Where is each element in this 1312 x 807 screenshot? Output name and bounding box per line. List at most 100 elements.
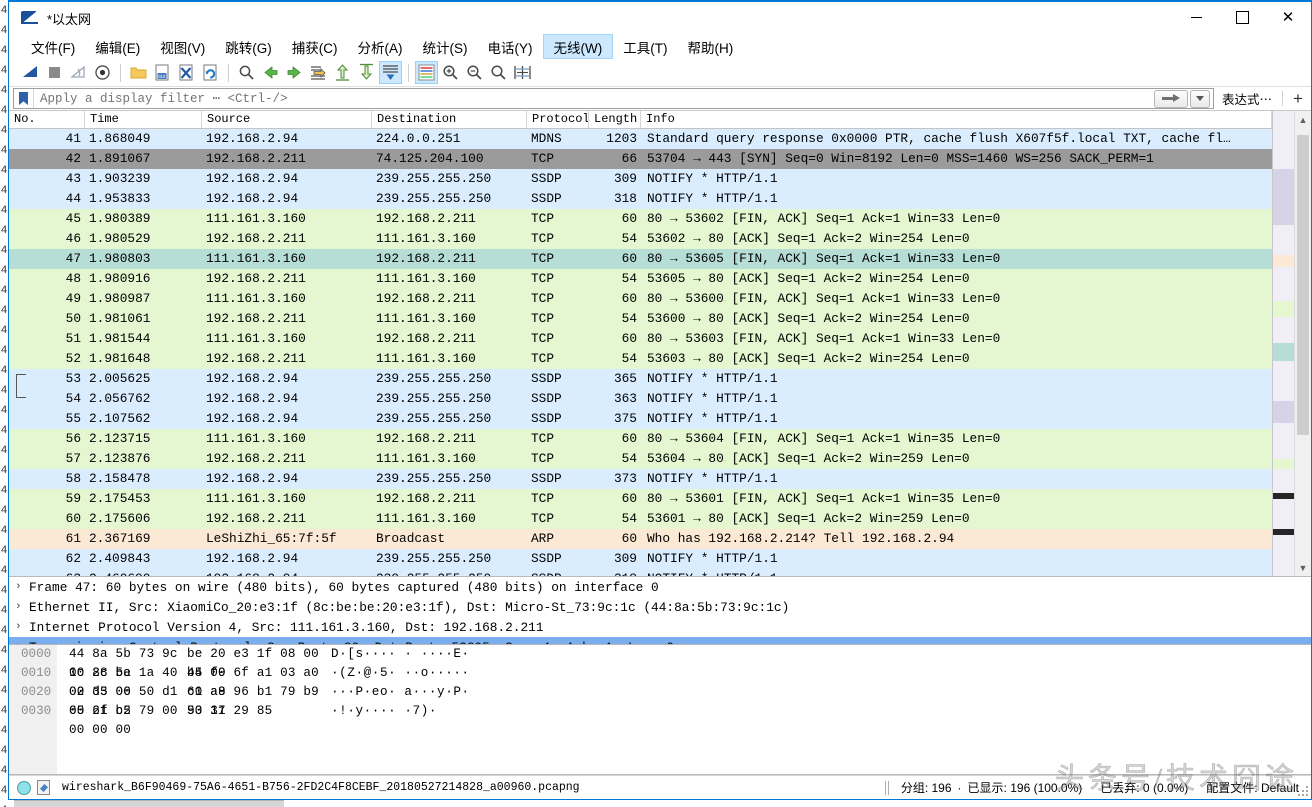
minimize-button[interactable] — [1173, 2, 1219, 33]
hexdump-row[interactable]: 002002 d3 00 50 d1 65 6f b261 a9 96 b1 7… — [9, 683, 1311, 702]
hexdump-row[interactable]: 000044 8a 5b 73 9c 1c 8c bebe 20 e3 1f 0… — [9, 645, 1311, 664]
table-row[interactable]: 451.980389111.161.3.160192.168.2.211TCP6… — [9, 209, 1272, 229]
chevron-down-icon[interactable] — [1190, 90, 1210, 108]
apply-arrow-icon[interactable] — [1154, 90, 1188, 108]
packet-list-scrollbar[interactable]: ▲ ▼ — [1294, 111, 1311, 576]
toolbar-auto-scroll[interactable] — [379, 61, 402, 84]
filter-input-container[interactable] — [13, 88, 1214, 109]
cell-time: 2.005625 — [85, 369, 202, 389]
column-header-destination[interactable]: Destination — [372, 111, 527, 128]
menu-help[interactable]: 帮助(H) — [677, 34, 743, 59]
table-row[interactable]: 582.158478192.168.2.94239.255.255.250SSD… — [9, 469, 1272, 489]
menu-view[interactable]: 视图(V) — [150, 34, 215, 59]
table-row[interactable]: 481.980916192.168.2.211111.161.3.160TCP5… — [9, 269, 1272, 289]
column-header-time[interactable]: Time — [85, 111, 202, 128]
cell-info: NOTIFY * HTTP/1.1 — [641, 369, 1272, 389]
close-button[interactable]: ✕ — [1265, 2, 1311, 33]
table-row[interactable]: 572.123876192.168.2.211111.161.3.160TCP5… — [9, 449, 1272, 469]
table-row[interactable]: 562.123715111.161.3.160192.168.2.211TCP6… — [9, 429, 1272, 449]
table-row[interactable]: 471.980803111.161.3.160192.168.2.211TCP6… — [9, 249, 1272, 269]
toolbar-go-back[interactable] — [259, 61, 282, 84]
search-input[interactable] — [34, 91, 1154, 107]
chevron-right-icon[interactable]: › — [15, 581, 29, 593]
toolbar-go-to-packet[interactable] — [307, 61, 330, 84]
add-filter-button[interactable]: + — [1285, 87, 1311, 110]
table-row[interactable]: 521.981648192.168.2.211111.161.3.160TCP5… — [9, 349, 1272, 369]
maximize-button[interactable] — [1219, 2, 1265, 33]
menu-telephony[interactable]: 电话(Y) — [478, 34, 543, 59]
capture-status-icon[interactable] — [17, 781, 31, 795]
toolbar-go-first[interactable] — [331, 61, 354, 84]
column-header-info[interactable]: Info — [641, 111, 1272, 128]
toolbar-resize-columns[interactable] — [511, 61, 534, 84]
table-row[interactable]: 461.980529192.168.2.211111.161.3.160TCP5… — [9, 229, 1272, 249]
toolbar-zoom-in[interactable] — [439, 61, 462, 84]
menu-wireless[interactable]: 无线(W) — [543, 34, 614, 59]
chevron-right-icon[interactable]: › — [15, 621, 29, 633]
menu-statistics[interactable]: 统计(S) — [413, 34, 478, 59]
detail-tree-row[interactable]: ›Ethernet II, Src: XiaomiCo_20:e3:1f (8c… — [9, 597, 1311, 617]
cell-info: 80 → 53602 [FIN, ACK] Seq=1 Ack=1 Win=33… — [641, 209, 1272, 229]
toolbar-restart-capture[interactable] — [67, 61, 90, 84]
menu-capture[interactable]: 捕获(C) — [282, 34, 348, 59]
cell-src: 192.168.2.94 — [202, 569, 372, 576]
toolbar-capture-options[interactable] — [91, 61, 114, 84]
packet-details-pane[interactable]: ›Frame 47: 60 bytes on wire (480 bits), … — [9, 577, 1311, 645]
packet-list[interactable]: No.TimeSourceDestinationProtocolLengthIn… — [9, 111, 1272, 576]
table-row[interactable]: 491.980987111.161.3.160192.168.2.211TCP6… — [9, 289, 1272, 309]
hexdump-row[interactable]: 003000 21 c5 79 00 00 00 0093 37 29 85·!… — [9, 702, 1311, 721]
capture-file-properties-icon[interactable] — [37, 780, 50, 795]
toolbar-start-capture[interactable] — [19, 61, 42, 84]
packet-list-header[interactable]: No.TimeSourceDestinationProtocolLengthIn… — [9, 111, 1272, 129]
column-header-protocol[interactable]: Protocol — [527, 111, 589, 128]
resize-grip[interactable] — [1297, 785, 1308, 796]
toolbar-open[interactable] — [127, 61, 150, 84]
detail-tree-row[interactable]: ›Frame 47: 60 bytes on wire (480 bits), … — [9, 577, 1311, 597]
filter-expression-button[interactable]: 表达式⋯ — [1214, 87, 1280, 110]
cell-time: 1.980987 — [85, 289, 202, 309]
toolbar-find[interactable] — [235, 61, 258, 84]
detail-tree-row[interactable]: ›Internet Protocol Version 4, Src: 111.1… — [9, 617, 1311, 637]
scrollbar-thumb[interactable] — [1297, 135, 1309, 435]
table-row[interactable]: 602.175606192.168.2.211111.161.3.160TCP5… — [9, 509, 1272, 529]
chevron-up-icon[interactable]: ▲ — [1295, 111, 1311, 128]
profile-label[interactable]: 配置文件: Default — [1206, 779, 1299, 796]
toolbar-go-last[interactable] — [355, 61, 378, 84]
hexdump-row[interactable]: 001000 28 5a 1a 40 00 35 06b4 f9 6f a1 0… — [9, 664, 1311, 683]
table-row[interactable]: 532.005625192.168.2.94239.255.255.250SSD… — [9, 369, 1272, 389]
table-row[interactable]: 612.367169LeShiZhi_65:7f:5fBroadcastARP6… — [9, 529, 1272, 549]
bookmark-icon[interactable] — [14, 89, 34, 108]
chevron-right-icon[interactable]: › — [15, 601, 29, 613]
menu-tools[interactable]: 工具(T) — [613, 34, 677, 59]
table-row[interactable]: 552.107562192.168.2.94239.255.255.250SSD… — [9, 409, 1272, 429]
table-row[interactable]: 441.953833192.168.2.94239.255.255.250SSD… — [9, 189, 1272, 209]
toolbar-close[interactable] — [175, 61, 198, 84]
column-header-length[interactable]: Length — [589, 111, 641, 128]
column-header-source[interactable]: Source — [202, 111, 372, 128]
toolbar-zoom-reset[interactable] — [487, 61, 510, 84]
table-row[interactable]: 421.891067192.168.2.21174.125.204.100TCP… — [9, 149, 1272, 169]
column-header-no[interactable]: No. — [9, 111, 85, 128]
cell-info: 80 → 53604 [FIN, ACK] Seq=1 Ack=1 Win=35… — [641, 429, 1272, 449]
menu-file[interactable]: 文件(F) — [21, 34, 85, 59]
toolbar-reload[interactable] — [199, 61, 222, 84]
table-row[interactable]: 431.903239192.168.2.94239.255.255.250SSD… — [9, 169, 1272, 189]
table-row[interactable]: 542.056762192.168.2.94239.255.255.250SSD… — [9, 389, 1272, 409]
packet-bytes-pane[interactable]: 000044 8a 5b 73 9c 1c 8c bebe 20 e3 1f 0… — [9, 645, 1311, 775]
table-row[interactable]: 622.409843192.168.2.94239.255.255.250SSD… — [9, 549, 1272, 569]
chevron-down-icon[interactable]: ▼ — [1295, 559, 1311, 576]
table-row[interactable]: 511.981544111.161.3.160192.168.2.211TCP6… — [9, 329, 1272, 349]
toolbar-zoom-out[interactable] — [463, 61, 486, 84]
menu-go[interactable]: 跳转(G) — [215, 34, 282, 59]
table-row[interactable]: 592.175453111.161.3.160192.168.2.211TCP6… — [9, 489, 1272, 509]
toolbar-save[interactable]: 010 — [151, 61, 174, 84]
table-row[interactable]: 501.981061192.168.2.211111.161.3.160TCP5… — [9, 309, 1272, 329]
menu-analyze[interactable]: 分析(A) — [348, 34, 413, 59]
table-row[interactable]: 411.868049192.168.2.94224.0.0.251MDNS120… — [9, 129, 1272, 149]
toolbar-colorize[interactable] — [415, 61, 438, 84]
toolbar-stop-capture[interactable] — [43, 61, 66, 84]
menu-edit[interactable]: 编辑(E) — [85, 34, 150, 59]
detail-tree-row[interactable]: ›Transmission Control Protocol, Src Port… — [9, 637, 1311, 645]
toolbar-go-forward[interactable] — [283, 61, 306, 84]
table-row[interactable]: 632.460690192.168.2.94239.255.255.250SSD… — [9, 569, 1272, 576]
